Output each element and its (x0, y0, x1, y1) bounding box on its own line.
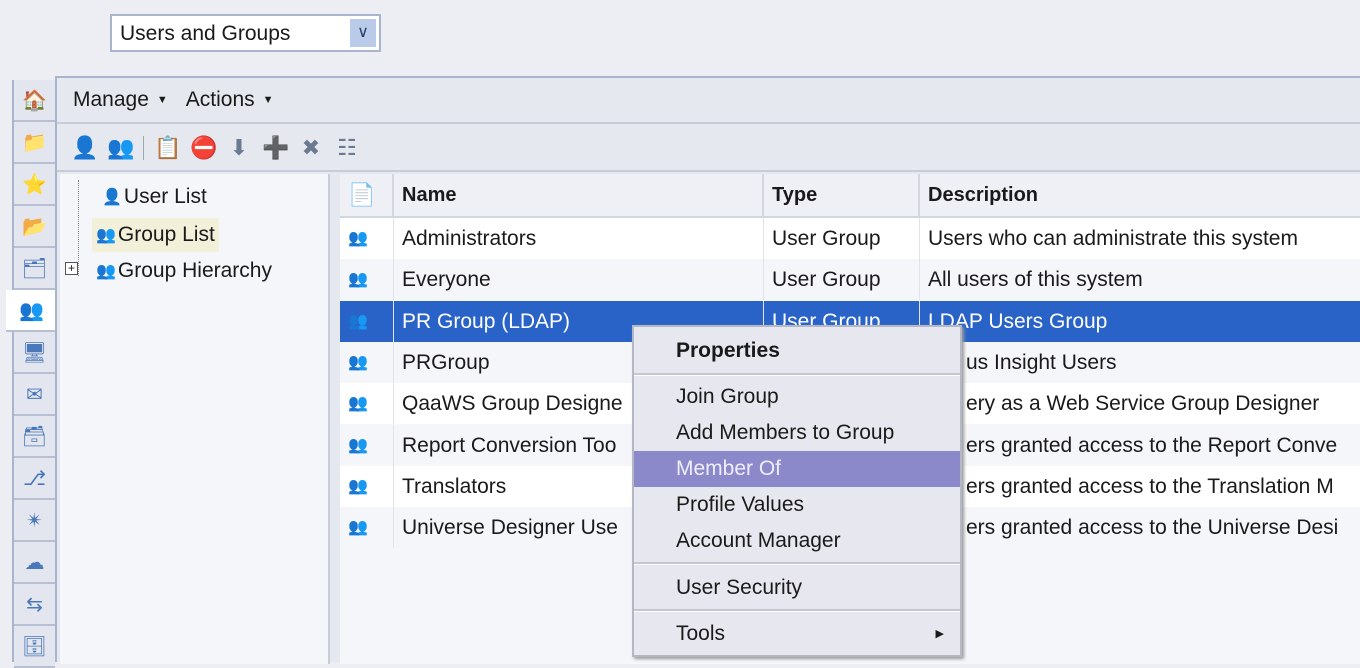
expand-icon[interactable]: + (65, 262, 78, 275)
cell-name: Everyone (394, 259, 764, 301)
categories-icon[interactable]: 📂 (14, 206, 55, 248)
actions-label: Actions (185, 88, 255, 111)
cell-description: All users of this system (928, 268, 1143, 292)
table-row[interactable]: 👥 Everyone User Group All users of this … (340, 259, 1360, 301)
menu-item-properties[interactable]: Properties (634, 333, 960, 369)
group-icon: 👥 (96, 227, 116, 244)
cell-description: ery as a Web Service Group Designer (966, 392, 1320, 416)
tree-line (78, 180, 79, 276)
view-selector-dropdown[interactable]: Users and Groups ∨ (110, 14, 381, 52)
group-hierarchy-icon: 👥 (96, 263, 116, 280)
menu-item-user-security[interactable]: User Security (634, 570, 960, 606)
view-selector-value: Users and Groups (120, 22, 291, 45)
column-header-name[interactable]: Name (394, 174, 764, 218)
menu-separator (634, 562, 960, 565)
menu-item-account-manager[interactable]: Account Manager (634, 523, 960, 559)
delete-icon[interactable]: ✖ (298, 135, 324, 161)
join-group-icon[interactable]: ➕ (262, 135, 289, 161)
star-icon[interactable]: ✴ (14, 500, 55, 542)
group-icon: 👥 (340, 383, 394, 425)
tree-item-user-list[interactable]: 👤 User List (98, 180, 211, 214)
manage-menu[interactable]: Manage ▼ (73, 88, 168, 112)
side-tab-strip: 🏠 📁 ⭐ 📂 🗂 👥 🖥 ✉ 🗃 ⎇ ✴ ☁ ⇆ 🗄 (6, 80, 57, 668)
user-icon: 👤 (102, 189, 122, 206)
server-groups-icon[interactable]: ☁ (14, 542, 55, 584)
cell-description: LDAP Users Group (928, 309, 1108, 333)
menu-separator (634, 609, 960, 612)
menu-item-join-group[interactable]: Join Group (634, 379, 960, 415)
menu-separator (634, 373, 960, 376)
toolbar: 👤 👥 📋 ⛔ ⬇ ➕ ✖ ☷ (57, 126, 1360, 172)
menu-item-add-members[interactable]: Add Members to Group (634, 415, 960, 451)
properties-icon[interactable]: 📋 (154, 135, 181, 161)
users-groups-icon[interactable]: 👥 (6, 290, 57, 332)
chevron-down-icon[interactable]: ∨ (350, 19, 376, 47)
database-icon[interactable]: 🗃 (14, 416, 55, 458)
caret-down-icon: ▼ (156, 94, 168, 106)
caret-down-icon: ▼ (262, 94, 274, 106)
remove-user-icon[interactable]: ⛔ (190, 135, 217, 161)
cell-description: ers granted access to the Universe Desi (966, 516, 1339, 540)
column-header-description[interactable]: Description (920, 174, 1360, 218)
submenu-arrow-icon: ▶ (935, 628, 944, 640)
hierarchy-icon[interactable]: ☷ (334, 135, 360, 161)
favorites-folder-icon[interactable]: ⭐ (14, 164, 55, 206)
tree-item-group-hierarchy[interactable]: 👥 Group Hierarchy (92, 254, 276, 288)
group-icon: 👥 (340, 218, 394, 259)
folder-icon[interactable]: 📁 (14, 122, 55, 164)
group-icon: 👥 (340, 465, 394, 507)
menu-item-tools[interactable]: Tools ▶ (634, 616, 960, 652)
add-members-icon[interactable]: ⬇ (226, 135, 252, 161)
cell-description: us Insight Users (966, 350, 1117, 374)
cell-description: Users who can administrate this system (928, 227, 1298, 250)
document-icon[interactable]: 📄 (340, 174, 394, 218)
tree-label: Group Hierarchy (117, 259, 272, 282)
home-icon[interactable]: 🏠 (14, 80, 55, 122)
manage-label: Manage (73, 88, 149, 111)
cell-type: User Group (764, 218, 920, 259)
tree-item-group-list[interactable]: 👥 Group List (92, 218, 219, 252)
tools-label: Tools (676, 622, 726, 645)
tree-panel: 👤 User List 👥 Group List + 👥 Group Hierarch… (60, 174, 330, 664)
toolbar-separator (143, 136, 144, 160)
tree-label: User List (123, 185, 207, 208)
group-icon: 👥 (340, 424, 394, 466)
new-user-icon[interactable]: 👤 (71, 135, 98, 161)
table-row[interactable]: 👥 Administrators User Group Users who ca… (340, 218, 1360, 259)
group-icon: 👥 (340, 507, 394, 549)
group-icon: 👥 (340, 341, 394, 383)
cell-name: Administrators (394, 218, 764, 259)
tree-label: Group List (117, 223, 215, 246)
menu-item-profile-values[interactable]: Profile Values (634, 487, 960, 523)
inbox-icon[interactable]: ✉ (14, 374, 55, 416)
group-icon: 👥 (340, 300, 394, 342)
servers-icon[interactable]: 🖥 (14, 332, 55, 374)
actions-menu[interactable]: Actions ▼ (186, 88, 274, 112)
connection-icon[interactable]: ⎇ (14, 458, 55, 500)
replication-icon[interactable]: ⇆ (14, 584, 55, 626)
context-menu: Properties Join Group Add Members to Gro… (632, 325, 962, 657)
menu-bar: Manage ▼ Actions ▼ (57, 78, 1360, 124)
menu-item-member-of[interactable]: Member Of (634, 451, 960, 487)
cell-description: ers granted access to the Translation M (966, 474, 1334, 498)
cell-description: ers granted access to the Report Conve (966, 433, 1338, 457)
personal-categories-icon[interactable]: 🗂 (14, 248, 55, 290)
column-header-type[interactable]: Type (764, 174, 920, 218)
new-group-icon[interactable]: 👥 (107, 135, 134, 161)
group-icon: 👥 (340, 259, 394, 301)
cell-type: User Group (764, 259, 920, 301)
